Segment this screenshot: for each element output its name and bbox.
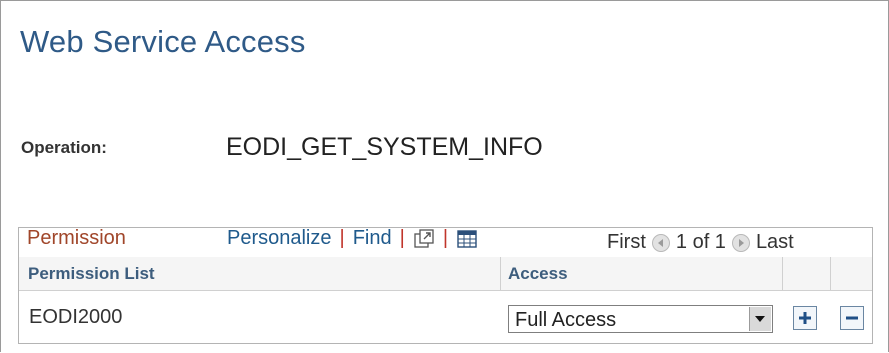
column-header-access[interactable]: Access [508,257,568,290]
access-selected-value: Full Access [515,309,617,331]
new-window-icon[interactable] [413,228,435,250]
grid-title: Permission [27,227,126,249]
page-range: 1 of 1 [675,231,726,253]
column-header-permission-list[interactable]: Permission List [28,257,155,290]
grid-toolbar: Personalize | Find | | [227,227,478,250]
next-arrow-icon[interactable] [731,233,750,252]
page-title: Web Service Access [20,24,306,59]
access-select[interactable]: Full Access [508,305,773,333]
toolbar-separator: | [442,227,449,249]
download-grid-icon[interactable] [456,228,478,250]
dropdown-arrow-icon[interactable] [749,307,771,331]
find-link[interactable]: Find [353,227,392,250]
grid-header: Permission Personalize | Find | | First … [19,227,872,258]
operation-value: EODI_GET_SYSTEM_INFO [226,133,543,161]
delete-row-icon [846,316,858,320]
permission-list-value: EODI2000 [29,306,123,328]
first-label[interactable]: First [607,231,646,254]
operation-label: Operation: [21,138,107,157]
delete-row-button[interactable] [840,306,864,330]
add-row-icon [799,312,811,324]
toolbar-separator: | [339,227,345,249]
personalize-link[interactable]: Personalize [227,227,332,250]
last-label[interactable]: Last [756,231,794,254]
add-row-button[interactable] [793,306,817,330]
permission-grid: Permission Personalize | Find | | First … [18,227,873,344]
table-row: EODI2000 Full Access [19,291,872,343]
toolbar-separator: | [399,227,405,249]
previous-arrow-icon[interactable] [651,233,670,252]
grid-pagination: First 1 of 1 Last [607,228,794,257]
grid-column-headers: Permission List Access [19,257,872,291]
